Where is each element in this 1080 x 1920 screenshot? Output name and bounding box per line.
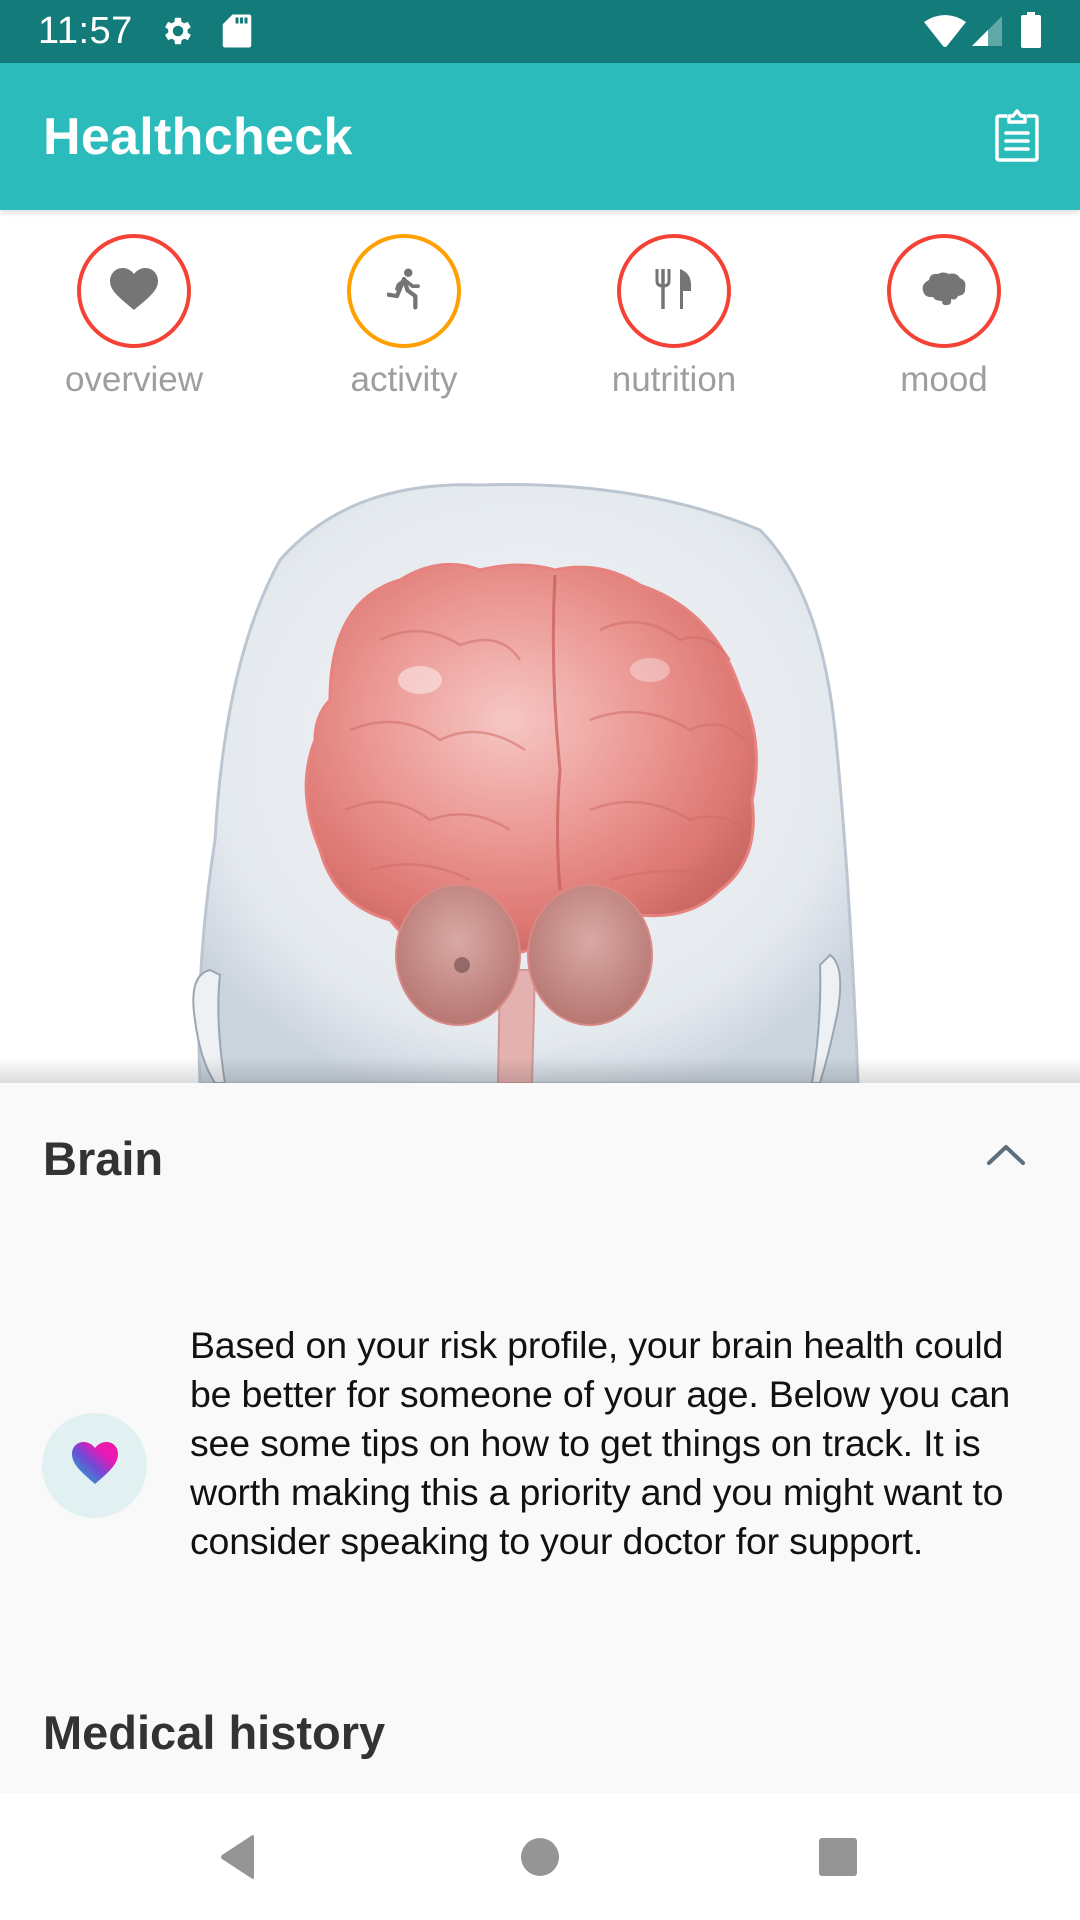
app-bar: Healthcheck <box>0 63 1080 210</box>
assistant-avatar <box>42 1413 147 1518</box>
sheet-title: Brain <box>43 1132 164 1185</box>
brain-health-message: Based on your risk profile, your brain h… <box>190 1324 1011 1562</box>
nav-home-button[interactable] <box>510 1829 570 1889</box>
chevron-up-icon <box>986 1143 1026 1172</box>
system-nav-bar <box>0 1793 1080 1920</box>
tab-label: overview <box>64 360 204 399</box>
tab-ring <box>77 234 191 348</box>
cerebellum-left <box>395 884 521 1026</box>
brain-icon <box>921 271 967 312</box>
wifi-icon <box>924 14 966 53</box>
back-triangle-icon <box>218 1834 258 1885</box>
gear-icon <box>160 13 196 54</box>
status-time: 11:57 <box>38 10 133 52</box>
tab-overview[interactable]: overview <box>34 234 234 400</box>
3d-body-viewer[interactable] <box>0 410 1080 1083</box>
viewer-divider-shadow <box>0 1057 1080 1083</box>
category-tabs: overview activity nutrition mood <box>0 210 1080 410</box>
tab-nutrition[interactable]: nutrition <box>574 234 774 400</box>
detail-sheet: Brain Based on your risk profile, your b… <box>0 1083 1080 1793</box>
tab-mood[interactable]: mood <box>844 234 1044 400</box>
brain <box>304 562 758 955</box>
battery-icon <box>1020 12 1042 53</box>
medical-history-heading: Medical history <box>43 1706 386 1759</box>
tab-label: nutrition <box>611 360 737 399</box>
cerebellum-right <box>527 884 653 1026</box>
collapse-sheet-button[interactable] <box>976 1127 1036 1187</box>
home-circle-icon <box>520 1837 560 1882</box>
app-title: Healthcheck <box>43 108 353 166</box>
fork-knife-icon <box>654 267 694 316</box>
report-button[interactable] <box>984 103 1050 173</box>
nav-recents-button[interactable] <box>808 1829 868 1889</box>
tab-activity[interactable]: activity <box>304 234 504 400</box>
recents-square-icon <box>818 1837 858 1882</box>
clipboard-report-icon <box>993 108 1041 169</box>
status-bar: 11:57 <box>0 0 1080 63</box>
sd-card-icon <box>222 13 252 54</box>
tab-label: mood <box>900 360 988 399</box>
heart-icon <box>110 267 158 315</box>
running-person-icon <box>386 267 421 316</box>
nav-back-button[interactable] <box>208 1829 268 1889</box>
head-brain-model <box>192 483 860 1083</box>
gradient-heart-icon <box>71 1441 119 1490</box>
tab-ring <box>887 234 1001 348</box>
tab-label: activity <box>350 360 458 399</box>
tab-ring <box>617 234 731 348</box>
tab-ring <box>347 234 461 348</box>
cell-signal-icon <box>970 14 1004 53</box>
